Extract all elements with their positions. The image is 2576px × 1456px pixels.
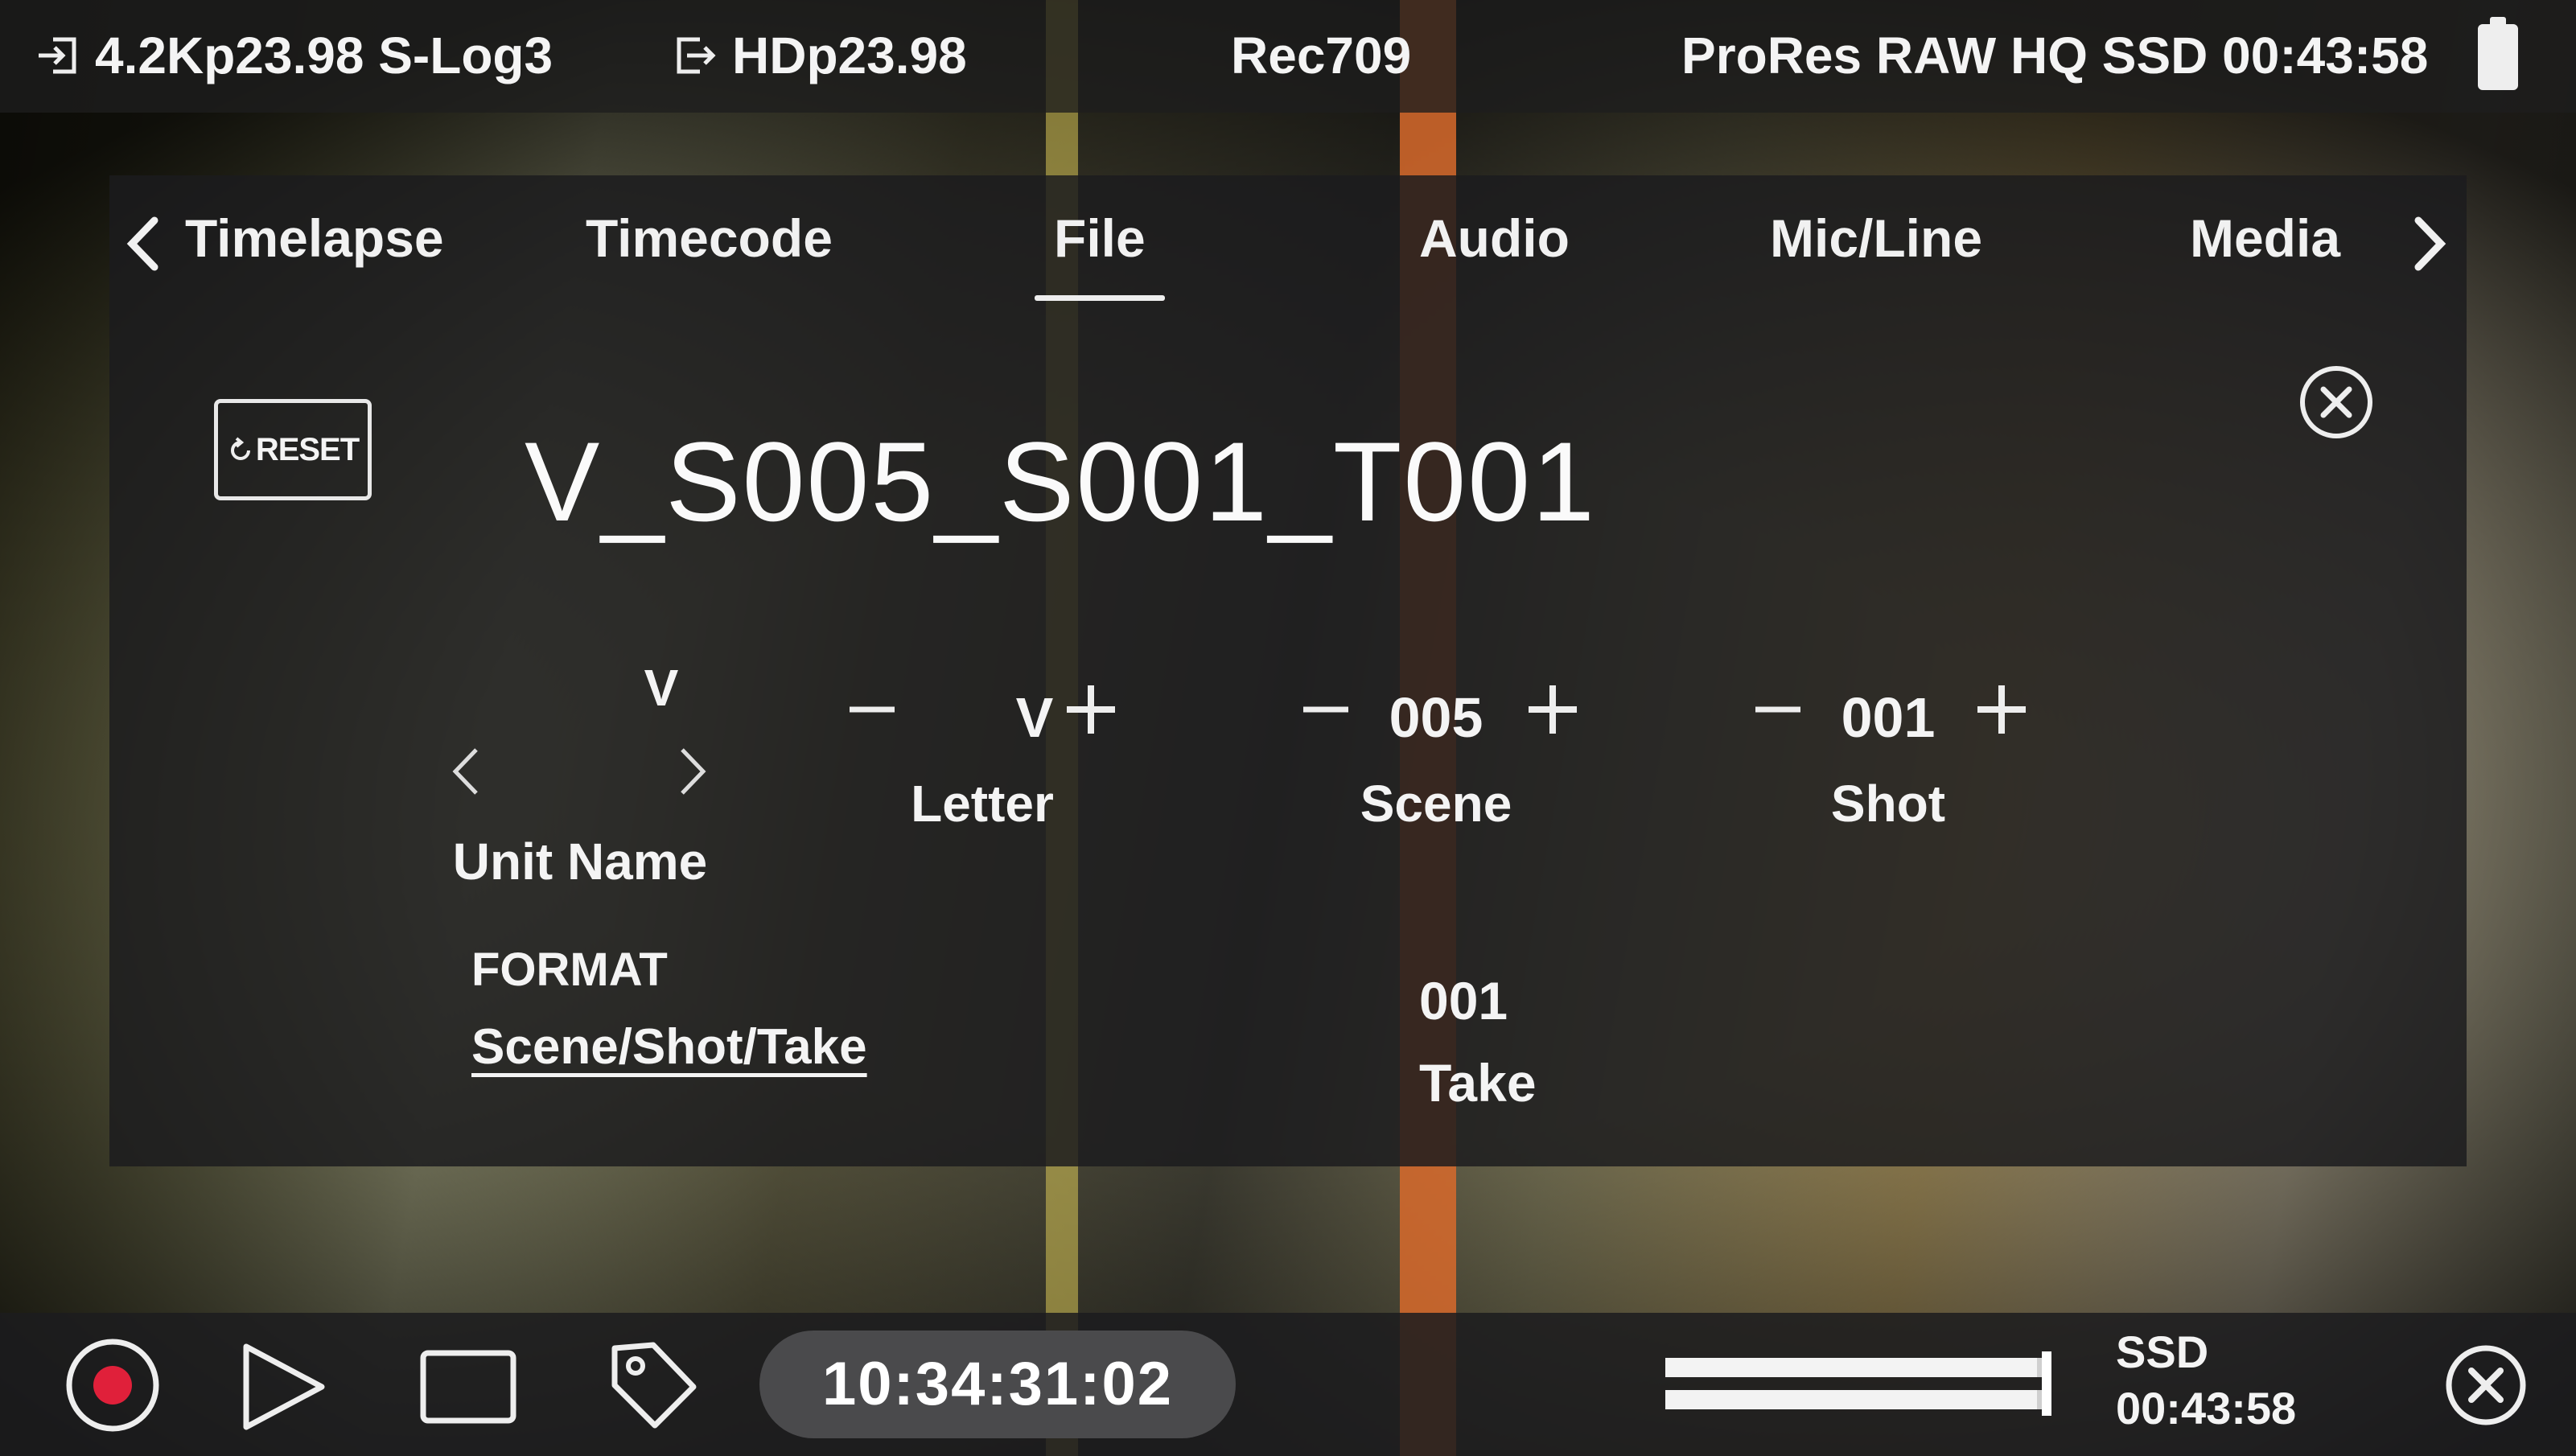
lut-text: Rec709	[1231, 27, 1412, 84]
scene-label: Scene	[1360, 775, 1512, 833]
format-label: FORMAT	[471, 944, 668, 996]
plus-icon[interactable]	[1520, 677, 1585, 742]
status-bar: 4.2Kp23.98 S-Log3 HDp23.98 Rec709 ProRes…	[0, 0, 2576, 113]
record-info-text: ProRes RAW HQ SSD 00:43:58	[1681, 27, 2429, 84]
input-status[interactable]: 4.2Kp23.98 S-Log3	[35, 26, 553, 85]
timecode-display[interactable]: 10:34:31:02	[759, 1331, 1236, 1438]
letter-label: Letter	[911, 775, 1054, 833]
audio-peak-marker	[2042, 1351, 2051, 1416]
take-value[interactable]: 001	[1419, 970, 1508, 1031]
input-icon	[39, 37, 76, 74]
chevron-left-icon[interactable]	[122, 216, 164, 272]
filename-preview: V_S005_S001_T001	[525, 418, 1596, 545]
audio-level-meter	[1665, 1351, 2051, 1416]
media-name: SSD	[2116, 1326, 2209, 1377]
tab-mic-line[interactable]: Mic/Line	[1770, 208, 1982, 269]
tab-media[interactable]: Media	[2190, 208, 2340, 269]
lut-status[interactable]: Rec709	[1231, 26, 1411, 85]
close-icon[interactable]	[2298, 364, 2375, 441]
take-label: Take	[1419, 1053, 1537, 1113]
chevron-right-icon[interactable]	[674, 743, 711, 800]
battery-icon	[2478, 17, 2518, 90]
transport-bar: 10:34:31:02 SSD 00:43:58	[0, 1313, 2576, 1456]
input-format-text: 4.2Kp23.98 S-Log3	[95, 27, 553, 84]
shot-field: 001 Shot	[1747, 658, 2134, 833]
unit-name-label: Unit Name	[452, 833, 708, 890]
file-menu-panel: Timelapse Timecode File Audio Mic/Line M…	[109, 175, 2467, 1166]
output-format-text: HDp23.98	[732, 27, 967, 84]
letter-field: V Letter	[842, 658, 1228, 833]
shot-label: Shot	[1830, 775, 1946, 833]
play-icon[interactable]	[238, 1340, 331, 1433]
letter-value: V	[1015, 686, 1054, 749]
audio-level-fill	[1665, 1358, 2037, 1377]
scene-field: 005 Scene	[1295, 658, 1681, 833]
menu-tabs: Timelapse Timecode File Audio Mic/Line M…	[109, 175, 2467, 312]
plus-icon[interactable]	[1059, 677, 1123, 742]
chevron-right-icon[interactable]	[2409, 216, 2450, 272]
media-remaining-time: 00:43:58	[2116, 1383, 2297, 1433]
tab-timelapse[interactable]: Timelapse	[185, 208, 444, 269]
record-info-status[interactable]: ProRes RAW HQ SSD 00:43:58	[1681, 26, 2428, 85]
audio-level-bar	[1665, 1390, 2048, 1409]
format-selector[interactable]: Scene/Shot/Take	[471, 1018, 867, 1076]
tab-file[interactable]: File	[1035, 208, 1165, 301]
record-icon[interactable]	[63, 1335, 163, 1435]
chevron-left-icon[interactable]	[447, 743, 484, 800]
output-icon	[677, 37, 716, 74]
unit-name-value: V	[644, 659, 679, 717]
plus-icon[interactable]	[1969, 677, 2034, 742]
close-icon[interactable]	[2444, 1343, 2528, 1427]
tag-icon[interactable]	[605, 1337, 702, 1433]
audio-level-fill	[1665, 1390, 2037, 1409]
tab-audio[interactable]: Audio	[1419, 208, 1570, 269]
audio-level-bar	[1665, 1358, 2048, 1377]
output-status[interactable]: HDp23.98	[673, 26, 967, 85]
stop-icon[interactable]	[418, 1348, 518, 1425]
tab-timecode[interactable]: Timecode	[586, 208, 833, 269]
